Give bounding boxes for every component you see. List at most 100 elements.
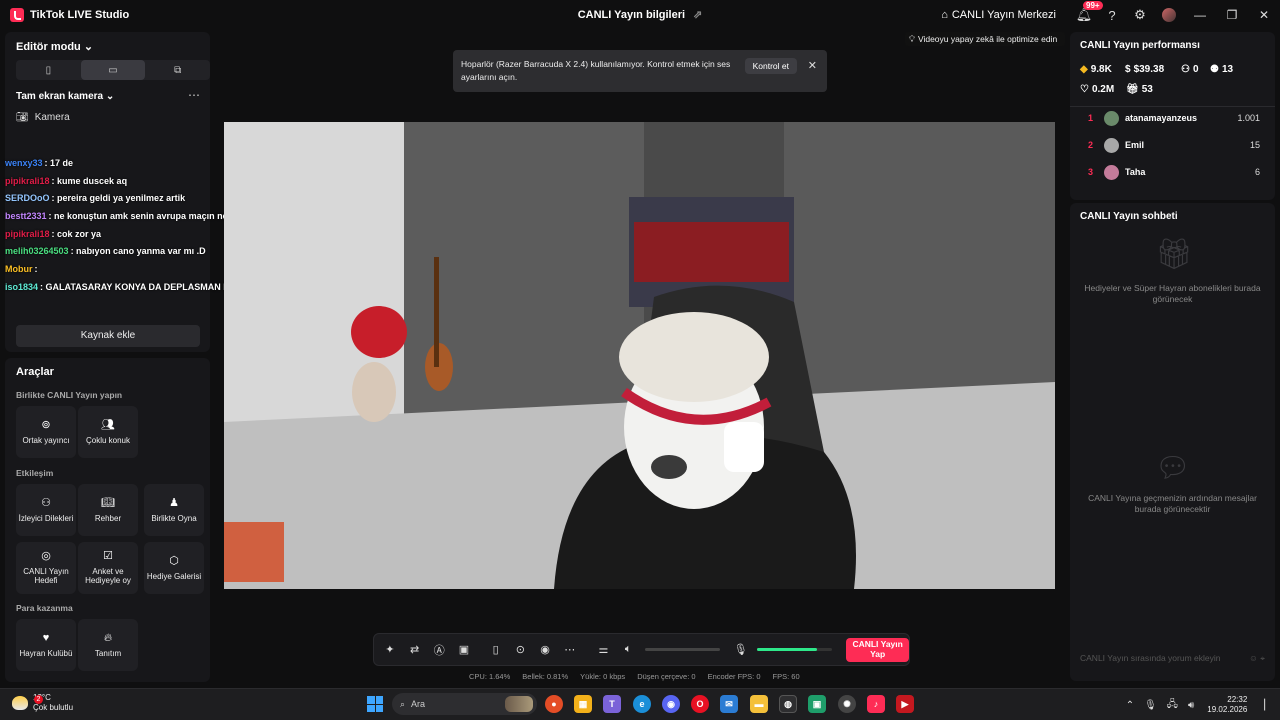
poll-label: Anket ve Hediyeyle oy xyxy=(85,567,131,586)
chat-nickname[interactable]: pipikrali18 xyxy=(5,229,50,239)
settings-sliders-icon[interactable]: ⚌ xyxy=(595,641,613,659)
flame-icon: 🔥︎ xyxy=(103,632,113,645)
landscape-mode-button[interactable]: ▭ xyxy=(80,60,146,80)
editor-mode-dropdown[interactable]: Editör modu ⌄ xyxy=(16,40,93,53)
coins-value: 9.8K xyxy=(1090,64,1112,75)
ranking-row[interactable]: 3 Taha 6 xyxy=(1088,163,1260,181)
chrome-icon[interactable]: ● xyxy=(545,695,563,713)
fan-club-button[interactable]: ♥ Hayran Kulübü xyxy=(16,619,76,671)
comment-input[interactable]: CANLI Yayın sırasında yorum ekleyin ☺ ⌖ xyxy=(1080,653,1265,663)
go-live-button[interactable]: CANLI Yayın Yap xyxy=(846,637,910,662)
opera-icon[interactable]: O xyxy=(691,695,709,713)
tiktok-studio-icon[interactable]: ♪ xyxy=(867,695,885,713)
teams-icon[interactable]: T xyxy=(603,695,621,713)
promote-button[interactable]: 🔥︎ Tanıtım xyxy=(78,619,138,671)
volume-slider[interactable] xyxy=(645,648,720,651)
maximize-button[interactable]: ❐ xyxy=(1216,0,1248,30)
multi-guest-button[interactable]: 👥︎ Çoklu konuk xyxy=(78,406,138,458)
toast-message: Hoparlör (Razer Barracuda X 2.4) kullanı… xyxy=(461,59,731,82)
mic-tray-icon[interactable]: 🎙︎ xyxy=(1144,700,1157,711)
microphone-icon[interactable]: 🎙︎ xyxy=(732,641,750,659)
editor-mode-label: Editör modu xyxy=(16,41,81,53)
help-icon[interactable]: ? xyxy=(1105,8,1119,23)
guide-label: Rehber xyxy=(94,513,122,523)
notification-bell-icon[interactable]: 🔔︎ 99+ xyxy=(1076,1,1103,22)
optimize-hint[interactable]: 💡︎ Videoyu yapay zekâ ile optimize edin xyxy=(905,32,1065,46)
screenshot-icon[interactable]: ◉ xyxy=(536,641,554,659)
close-button[interactable]: ✕ xyxy=(1248,0,1280,30)
edge-icon[interactable]: e xyxy=(633,695,651,713)
emoji-icon[interactable]: ☺ ⌖ xyxy=(1249,653,1265,664)
ai-icon[interactable]: Ⓐ xyxy=(430,641,448,659)
dual-mode-button[interactable]: ⧉ xyxy=(145,60,210,80)
chevron-up-icon[interactable]: ⌃ xyxy=(1126,700,1134,711)
gift-gallery-button[interactable]: ⬡ Hediye Galerisi xyxy=(144,542,204,594)
youtube-icon[interactable]: ▶ xyxy=(896,695,914,713)
check-button[interactable]: Kontrol et xyxy=(744,58,797,74)
more-icon[interactable]: ⋯ xyxy=(561,641,579,659)
chat-nickname[interactable]: melih03264503 xyxy=(5,246,69,256)
speaker-icon[interactable]: 🔈︎ xyxy=(619,641,637,659)
chat-nickname[interactable]: pipikrali18 xyxy=(5,176,50,186)
likes-value: 0.2M xyxy=(1091,84,1115,95)
chat-nickname[interactable]: Mobur xyxy=(5,264,33,274)
taskbar-search[interactable]: ⌕ Ara xyxy=(392,693,537,715)
chatgpt-icon[interactable]: ✺ xyxy=(838,695,856,713)
co-host-button[interactable]: ⊚ Ortak yayıncı xyxy=(16,406,76,458)
interaction-section-title: Etkileşim xyxy=(16,468,54,478)
chat-nickname[interactable]: bestt2331 xyxy=(5,211,47,221)
live-center-button[interactable]: ⌂ CANLI Yayın Merkezi xyxy=(941,9,1056,21)
live-goal-button[interactable]: ◎ CANLI Yayın Hedefi xyxy=(16,542,76,594)
gear-icon[interactable]: ⚙ xyxy=(1133,7,1147,22)
portrait-mode-button[interactable]: ▯ xyxy=(16,60,81,80)
magic-wand-icon[interactable]: ✦ xyxy=(381,641,399,659)
add-source-button[interactable]: Kaynak ekle xyxy=(16,325,200,347)
fps-stat: FPS: 60 xyxy=(772,672,800,681)
discord-icon[interactable]: ◉ xyxy=(662,695,680,713)
lightbulb-icon: 💡︎ xyxy=(909,33,915,44)
camera-preview[interactable] xyxy=(224,122,1055,589)
mic-level-slider[interactable] xyxy=(757,648,833,651)
chat-nickname[interactable]: SERDOoO xyxy=(5,193,50,203)
profile-avatar[interactable] xyxy=(1162,8,1176,22)
gift-box-icon: 🎁︎ xyxy=(1155,238,1194,271)
ranking-row[interactable]: 1 atanamayanzeus 1.001 xyxy=(1088,109,1260,127)
minimize-button[interactable]: — xyxy=(1184,0,1216,30)
network-icon[interactable]: 🖧︎ xyxy=(1167,697,1178,714)
chat-nickname[interactable]: wenxy33 xyxy=(5,158,43,168)
guide-button[interactable]: 📖︎ Rehber xyxy=(78,484,138,536)
store-icon[interactable]: ▦ xyxy=(574,695,592,713)
live-center-label: CANLI Yayın Merkezi xyxy=(951,9,1056,21)
record-icon[interactable]: ⊙ xyxy=(512,641,530,659)
translate-icon[interactable]: ⇄ xyxy=(406,641,424,659)
more-options-icon[interactable]: ⋯ xyxy=(188,88,200,102)
scene-name: Tam ekran kamera xyxy=(16,91,104,102)
app-icon[interactable]: ▣ xyxy=(808,695,826,713)
weather-widget[interactable]: 2 12°CÇok bulutlu xyxy=(12,693,73,712)
cloud-sun-icon xyxy=(12,695,28,710)
chat-nickname[interactable]: iso1834 xyxy=(5,282,38,292)
fan-club-label: Hayran Kulübü xyxy=(19,648,73,658)
encoder-fps-stat: Encoder FPS: 0 xyxy=(707,672,761,681)
camera-source-item[interactable]: 📷︎ Kamera xyxy=(16,112,70,123)
notification-icon[interactable]: ▏ xyxy=(1264,700,1272,711)
rank-value: 6 xyxy=(1254,167,1260,177)
caption-icon[interactable]: ▣ xyxy=(455,641,473,659)
chrome-active-icon[interactable]: ◍ xyxy=(779,695,797,713)
file-explorer-icon[interactable]: ▬ xyxy=(750,695,768,713)
performance-panel: CANLI Yayın performansı ◆ 9.8K $ $39.38 ⚇ 0… xyxy=(1070,32,1275,200)
volume-icon[interactable]: 🔊︎ xyxy=(1188,700,1194,711)
windows-start-icon[interactable] xyxy=(367,696,383,712)
ranking-row[interactable]: 2 Emil 15 xyxy=(1088,136,1260,154)
clock[interactable]: 22:32 19.02.2026 xyxy=(1207,695,1247,716)
scene-dropdown[interactable]: Tam ekran kamera ⌄ xyxy=(16,91,114,102)
live-chat-title: CANLI Yayın sohbeti xyxy=(1080,211,1178,222)
mail-icon[interactable]: ✉ xyxy=(720,695,738,713)
speaker-warning-toast: Hoparlör (Razer Barracuda X 2.4) kullanı… xyxy=(453,50,827,92)
poll-button[interactable]: ☑ Anket ve Hediyeyle oy xyxy=(78,542,138,594)
phone-icon[interactable]: ▯ xyxy=(487,641,505,659)
share-icon[interactable]: ⇗ xyxy=(693,9,702,21)
play-together-button[interactable]: ♟ Birlikte Oyna xyxy=(144,484,204,536)
close-icon[interactable]: ✕ xyxy=(808,59,817,72)
viewer-requests-button[interactable]: ⚇ İzleyici Dilekleri xyxy=(16,484,76,536)
